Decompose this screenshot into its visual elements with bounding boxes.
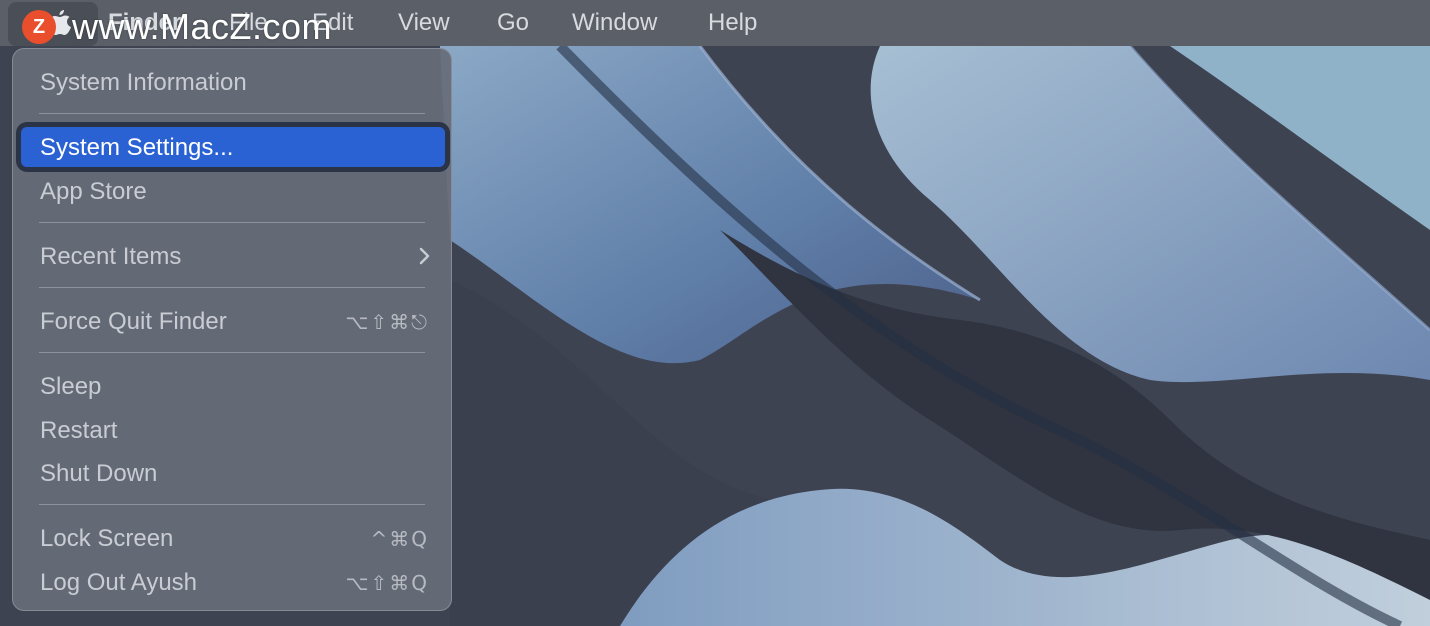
menu-item-app-store[interactable]: App Store — [21, 171, 445, 211]
menu-separator — [39, 352, 425, 353]
menu-item-label: Force Quit Finder — [40, 308, 227, 335]
menu-item-label: Lock Screen — [40, 525, 174, 552]
watermark-badge: Z — [22, 10, 56, 44]
menu-item-system-settings[interactable]: System Settings... — [21, 127, 445, 167]
keyboard-shortcut: ^⌘Q — [370, 527, 429, 551]
menu-item-label: Shut Down — [40, 460, 158, 487]
menu-item-label: Recent Items — [40, 243, 182, 270]
menu-item-sleep[interactable]: Sleep — [21, 366, 445, 406]
chevron-right-icon — [419, 247, 430, 265]
menu-separator — [39, 113, 425, 114]
menu-separator — [39, 287, 425, 288]
apple-menu-dropdown: System Information System Settings... Ap… — [12, 48, 452, 611]
menu-item-recent-items[interactable]: Recent Items — [21, 236, 445, 276]
menu-item-log-out[interactable]: Log Out Ayush ⌥⇧⌘Q — [21, 562, 445, 602]
menu-item-restart[interactable]: Restart — [21, 410, 445, 450]
menu-view[interactable]: View — [398, 9, 450, 37]
menu-item-force-quit[interactable]: Force Quit Finder ⌥⇧⌘⎋ — [21, 301, 445, 341]
menu-help[interactable]: Help — [708, 9, 757, 37]
menu-item-label: Restart — [40, 417, 118, 444]
menu-item-label: App Store — [40, 178, 147, 205]
menu-window[interactable]: Window — [572, 9, 657, 37]
menu-item-shut-down[interactable]: Shut Down — [21, 453, 445, 493]
menu-separator — [39, 504, 425, 505]
watermark-text: www.MacZ.com — [72, 6, 333, 47]
menu-go[interactable]: Go — [497, 9, 529, 37]
menu-item-lock-screen[interactable]: Lock Screen ^⌘Q — [21, 518, 445, 558]
menu-item-label: System Information — [40, 69, 247, 96]
menu-separator — [39, 222, 425, 223]
keyboard-shortcut: ⌥⇧⌘⎋ — [345, 310, 429, 334]
menu-item-system-information[interactable]: System Information — [21, 62, 445, 102]
menu-item-label: Sleep — [40, 373, 102, 400]
menu-item-label: Log Out Ayush — [40, 569, 198, 596]
menu-item-label: System Settings... — [40, 134, 234, 161]
keyboard-shortcut: ⌥⇧⌘Q — [345, 571, 429, 595]
